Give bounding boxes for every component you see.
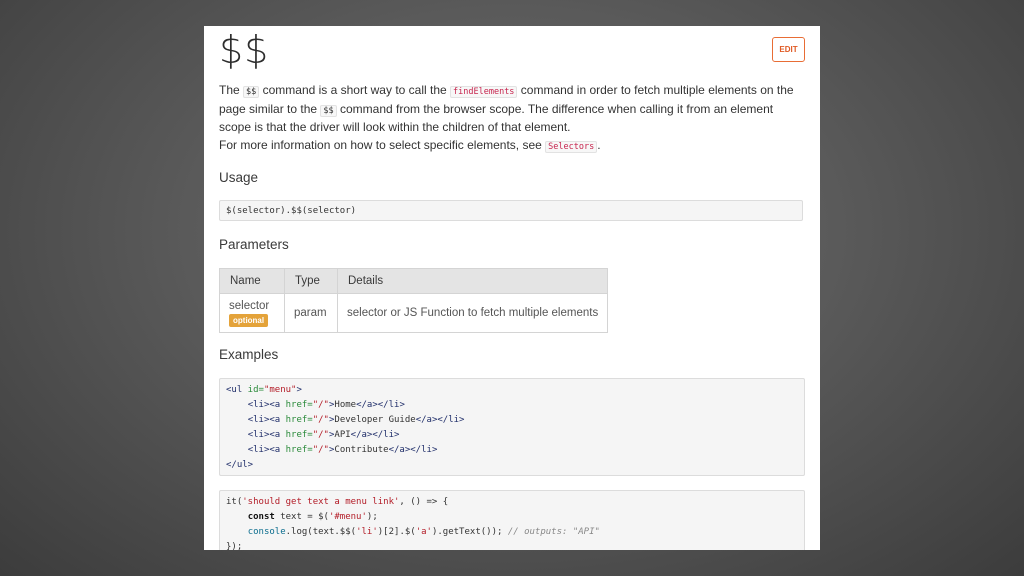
optional-badge: optional	[229, 313, 269, 327]
code-token: href=	[280, 415, 313, 425]
code-token: <li><a	[247, 415, 281, 425]
page-title: $$	[219, 28, 270, 72]
intro-paragraph: The $$ command is a short way to call th…	[219, 82, 805, 136]
code-token: href=	[280, 400, 313, 410]
code-token: </ul>	[226, 460, 254, 470]
code-token: "/"	[312, 415, 329, 425]
code-token: .log(text.$$(	[285, 527, 357, 537]
code-token: </a></li>	[356, 400, 405, 410]
code-token: );	[366, 512, 378, 522]
menu-item-text: API	[334, 430, 351, 440]
code-token: </a></li>	[350, 430, 400, 440]
inline-code-dollars: $$	[320, 104, 337, 117]
findelements-link[interactable]: findElements	[450, 86, 518, 98]
param-name: selector	[229, 299, 270, 312]
usage-code-block: $(selector).$$(selector)	[219, 200, 803, 221]
code-token: </a></li>	[388, 445, 438, 455]
code-token: const	[247, 512, 275, 522]
menu-item-text: Contribute	[334, 445, 389, 455]
code-token: <li><a	[247, 430, 281, 440]
code-token: <ul	[226, 385, 243, 395]
code-token: href=	[280, 445, 313, 455]
code-token: "/"	[312, 400, 329, 410]
code-comment: // outputs: "API"	[507, 527, 600, 537]
code-token: text = $(	[274, 512, 329, 522]
selectors-text-end: .	[597, 138, 601, 152]
parameters-heading: Parameters	[219, 237, 289, 252]
table-row: selector optional param selector or JS F…	[219, 293, 609, 333]
param-details: selector or JS Function to fetch multipl…	[336, 293, 609, 333]
code-token: <li><a	[247, 445, 281, 455]
code-token: 'li'	[356, 527, 378, 537]
edit-button[interactable]: EDIT	[772, 37, 805, 62]
example-js-code-block: it('should get text a menu link', () => …	[219, 490, 805, 550]
selectors-link[interactable]: Selectors	[545, 141, 598, 153]
code-token: });	[226, 542, 243, 550]
column-header-name: Name	[219, 268, 285, 294]
code-token: >	[296, 385, 302, 395]
code-token: , () => {	[399, 497, 449, 507]
code-token: 'a'	[415, 527, 432, 537]
selectors-paragraph: For more information on how to select sp…	[219, 137, 805, 156]
code-token: "/"	[312, 445, 329, 455]
docs-page: $$ EDIT The $$ command is a short way to…	[204, 26, 820, 550]
selectors-text: For more information on how to select sp…	[219, 138, 546, 152]
code-token: ).getText());	[431, 527, 508, 537]
param-type: param	[284, 293, 338, 333]
column-header-details: Details	[336, 268, 609, 294]
table-header-row: Name Type Details	[219, 268, 609, 294]
code-token: href=	[280, 430, 313, 440]
intro-text: command is a short way to call the	[259, 83, 451, 97]
example-html-code-block: <ul id="menu"> <li><a href="/">Home</a><…	[219, 378, 805, 476]
param-name-cell: selector optional	[219, 293, 285, 333]
code-token: '#menu'	[328, 512, 367, 522]
code-token: 'should get text a menu link'	[242, 497, 400, 507]
code-token: id=	[242, 385, 264, 395]
inline-code-dollars: $$	[243, 86, 260, 98]
menu-item-text: Developer Guide	[334, 415, 416, 425]
code-token: )[2].$(	[377, 527, 416, 537]
code-token: "menu"	[263, 385, 297, 395]
menu-item-text: Home	[334, 400, 357, 410]
examples-heading: Examples	[219, 347, 279, 362]
column-header-type: Type	[284, 268, 338, 294]
code-token: </a></li>	[415, 415, 465, 425]
code-token: console	[247, 527, 286, 537]
code-token: it(	[226, 497, 243, 507]
code-token: <li><a	[247, 400, 281, 410]
code-token: "/"	[312, 430, 329, 440]
intro-text: The	[219, 83, 244, 97]
parameters-table: Name Type Details selector optional para…	[219, 268, 609, 333]
usage-heading: Usage	[219, 170, 259, 185]
